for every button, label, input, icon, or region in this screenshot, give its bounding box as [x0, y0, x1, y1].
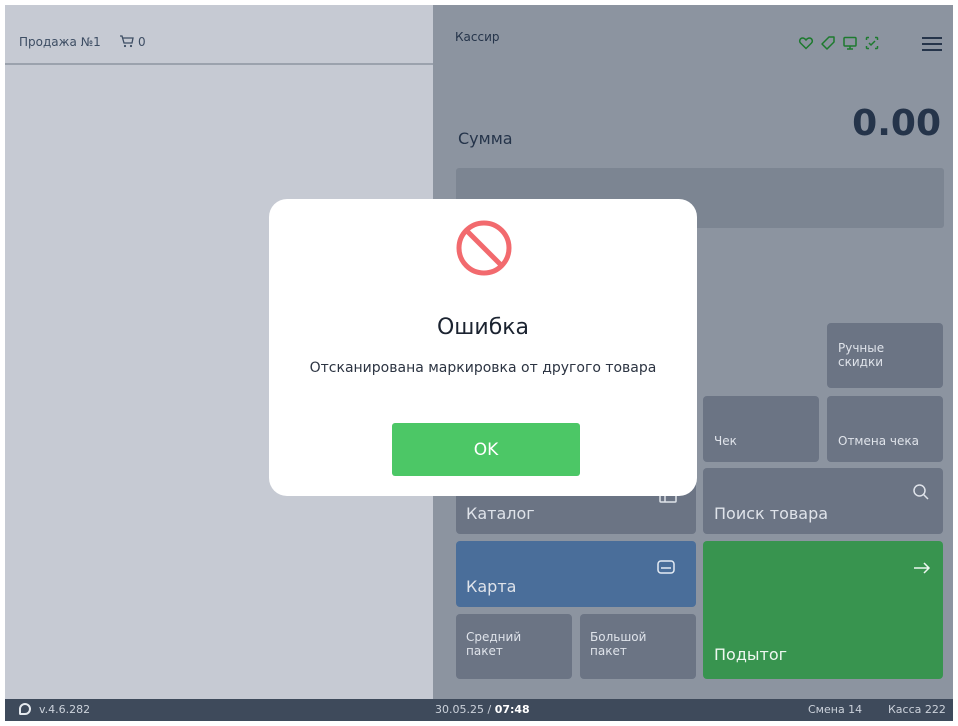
date-time: 30.05.25 / 07:48 [435, 703, 530, 716]
dialog-message: Отсканирована маркировка от другого това… [309, 360, 657, 376]
app-version: v.4.6.282 [39, 703, 91, 716]
ok-button[interactable]: OK [392, 423, 580, 476]
status-bar: v.4.6.282 30.05.25 / 07:48 Смена 14 Касс… [5, 699, 953, 721]
time: 07:48 [494, 703, 530, 716]
app-logo-icon [19, 703, 31, 715]
shift-number: Смена 14 [808, 703, 863, 716]
kassa-number: Касса 222 [888, 703, 946, 716]
error-dialog: Ошибка Отсканирована маркировка от друго… [269, 199, 697, 496]
app-window: Продажа №1 0 Кассир Сумма 0.00 Ручные ск… [5, 5, 953, 721]
date: 30.05.25 / [435, 703, 492, 716]
modal-overlay: Ошибка Отсканирована маркировка от друго… [5, 5, 953, 699]
prohibited-icon [456, 220, 512, 276]
dialog-title: Ошибка [436, 315, 530, 340]
